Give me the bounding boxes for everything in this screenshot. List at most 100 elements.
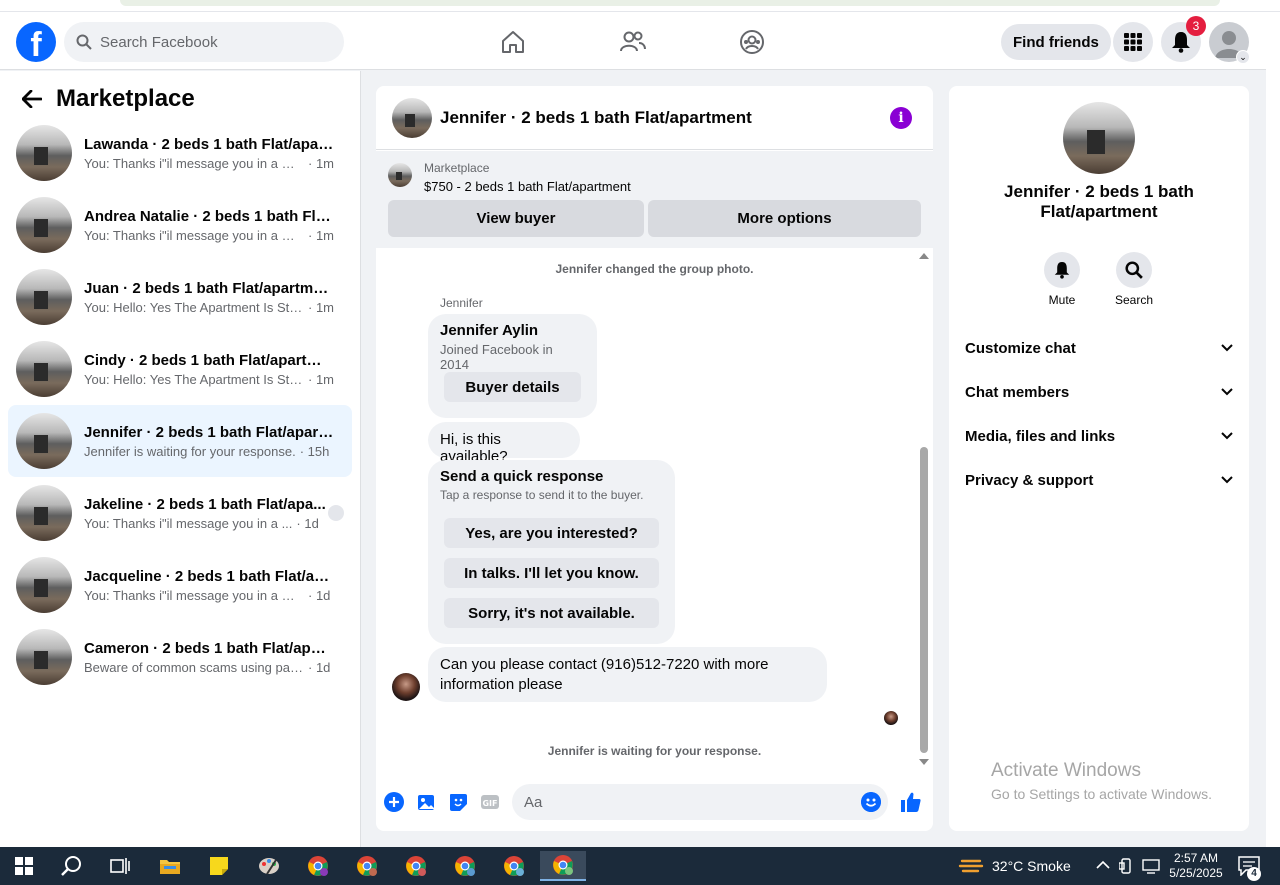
conversation-snippet: You: Thanks i"il message you in a ... xyxy=(84,515,293,531)
file-explorer-icon[interactable] xyxy=(150,851,190,881)
conversation-time: · 1m xyxy=(308,371,334,387)
listing-thumbnail xyxy=(16,341,72,397)
conversation-time: · 1m xyxy=(308,299,334,315)
show-hidden-icons-chevron-icon[interactable] xyxy=(1096,860,1110,870)
groups-icon[interactable] xyxy=(736,26,768,58)
chat-title[interactable]: Jennifer · 2 beds 1 bath Flat/apartment xyxy=(440,108,752,128)
facebook-logo-icon[interactable]: f xyxy=(16,22,56,62)
listing-thumbnail xyxy=(16,557,72,613)
conversation-item[interactable]: Cindy · 2 beds 1 bath Flat/apartment You:… xyxy=(8,333,352,405)
action-center-badge: 4 xyxy=(1247,867,1261,881)
listing-thumbnail-large[interactable] xyxy=(1063,102,1135,174)
scroll-down-icon[interactable] xyxy=(919,759,929,765)
conversation-title: Jakeline · 2 beds 1 bath Flat/apa... xyxy=(84,495,326,513)
conversation-title: Cindy · 2 beds 1 bath Flat/apartment xyxy=(84,351,334,369)
conversation-item[interactable]: Andrea Natalie · 2 beds 1 bath Flat... Yo… xyxy=(8,189,352,261)
home-icon[interactable] xyxy=(497,26,529,58)
quick-reply-not-available-button[interactable]: Sorry, it's not available. xyxy=(444,598,659,628)
chat-header: Jennifer · 2 beds 1 bath Flat/apartment xyxy=(376,86,933,150)
system-clock[interactable]: 2:57 AM 5/25/2025 xyxy=(1168,851,1224,881)
marketplace-listing-box: Marketplace $750 - 2 beds 1 bath Flat/ap… xyxy=(376,151,933,248)
conversation-item[interactable]: Jakeline · 2 beds 1 bath Flat/apa... You:… xyxy=(8,477,352,549)
find-friends-button[interactable]: Find friends xyxy=(1001,24,1111,60)
conversation-item[interactable]: Lawanda · 2 beds 1 bath Flat/apart... You… xyxy=(8,117,352,189)
chrome-icon[interactable] xyxy=(494,851,534,881)
conversation-item[interactable]: Juan · 2 beds 1 bath Flat/apartment You: … xyxy=(8,261,352,333)
conversation-item[interactable]: Cameron · 2 beds 1 bath Flat/apart... Bew… xyxy=(8,621,352,693)
sender-name: Jennifer xyxy=(440,296,483,310)
quick-reply-yes-button[interactable]: Yes, are you interested? xyxy=(444,518,659,548)
menu-grid-icon[interactable] xyxy=(1113,22,1153,62)
emoji-icon[interactable] xyxy=(861,792,881,812)
scroll-up-icon[interactable] xyxy=(919,253,929,259)
page-scrollbar[interactable] xyxy=(1266,12,1280,847)
chat-members-section[interactable]: Chat members xyxy=(957,372,1241,412)
weather-text[interactable]: 32°C Smoke xyxy=(992,858,1071,874)
conversation-time: · 1d xyxy=(308,659,331,675)
windows-taskbar: 32°C Smoke 2:57 AM 5/25/2025 4 xyxy=(0,847,1280,885)
sticky-notes-icon[interactable] xyxy=(199,851,239,881)
task-view-icon[interactable] xyxy=(100,851,140,881)
back-arrow-icon[interactable] xyxy=(16,83,48,115)
sender-avatar[interactable] xyxy=(392,673,420,701)
message-input[interactable] xyxy=(512,784,888,820)
paint-app-icon[interactable] xyxy=(249,851,289,881)
mute-button[interactable]: Mute xyxy=(1032,252,1092,307)
search-icon xyxy=(1116,252,1152,288)
quick-response-bubble: Send a quick response Tap a response to … xyxy=(428,460,675,644)
privacy-support-section[interactable]: Privacy & support xyxy=(957,460,1241,500)
buyer-details-button[interactable]: Buyer details xyxy=(444,372,581,402)
chrome-icon-active[interactable] xyxy=(540,851,586,881)
friends-icon[interactable] xyxy=(617,26,649,58)
left-sidebar: Marketplace Lawanda · 2 beds 1 bath Flat… xyxy=(0,71,361,847)
windows-start-icon[interactable] xyxy=(4,851,44,881)
search-chat-button[interactable]: Search xyxy=(1104,252,1164,307)
listing-price[interactable]: $750 - 2 beds 1 bath Flat/apartment xyxy=(424,179,631,194)
search-box[interactable] xyxy=(64,22,344,62)
thumbs-up-icon[interactable] xyxy=(899,790,923,814)
network-icon[interactable] xyxy=(1142,858,1160,874)
search-input[interactable] xyxy=(100,33,320,51)
more-options-button[interactable]: More options xyxy=(648,200,921,237)
chrome-icon[interactable] xyxy=(347,851,387,881)
browser-strip xyxy=(0,0,1280,12)
conversation-title: Cameron · 2 beds 1 bath Flat/apart... xyxy=(84,639,334,657)
chrome-icon[interactable] xyxy=(298,851,338,881)
info-icon[interactable]: i xyxy=(890,107,912,129)
chat-avatar[interactable] xyxy=(392,97,432,138)
message-bubble: Hi, is this available? xyxy=(428,422,580,465)
add-plus-icon[interactable] xyxy=(384,792,404,812)
conversation-snippet: You: Thanks i"il message you in a mo... xyxy=(84,227,304,243)
quick-reply-talks-button[interactable]: In talks. I'll let you know. xyxy=(444,558,659,588)
view-buyer-button[interactable]: View buyer xyxy=(388,200,644,237)
chrome-icon[interactable] xyxy=(445,851,485,881)
bell-icon xyxy=(1044,252,1080,288)
chat-scrollbar[interactable] xyxy=(917,249,929,769)
mute-label: Mute xyxy=(1048,293,1076,307)
device-icon[interactable] xyxy=(1119,858,1133,874)
taskbar-search-icon[interactable] xyxy=(52,851,92,881)
conversation-item-active[interactable]: Jennifer · 2 beds 1 bath Flat/apart... Je… xyxy=(8,405,352,477)
conversation-list: Lawanda · 2 beds 1 bath Flat/apart... You… xyxy=(8,117,352,693)
message-thread: Jennifer changed the group photo. Jennif… xyxy=(376,249,933,769)
chevron-down-icon xyxy=(1221,344,1233,352)
conversation-snippet: You: Thanks i"il message you in a mo... xyxy=(84,155,304,171)
chrome-icon[interactable] xyxy=(396,851,436,881)
account-chevron-icon[interactable]: ⌄ xyxy=(1236,50,1250,64)
system-message: Jennifer is waiting for your response. xyxy=(547,744,762,758)
chevron-down-icon xyxy=(1221,388,1233,396)
seen-avatar-icon xyxy=(328,505,344,521)
browser-bar xyxy=(120,0,1220,6)
gif-icon[interactable]: GIF xyxy=(480,792,500,812)
conversation-time: · 1m xyxy=(308,155,334,171)
chevron-down-icon xyxy=(1221,432,1233,440)
sticker-icon[interactable] xyxy=(448,792,468,812)
conversation-item[interactable]: Jacqueline · 2 beds 1 bath Flat/apa... Yo… xyxy=(8,549,352,621)
customize-chat-section[interactable]: Customize chat xyxy=(957,328,1241,368)
chat-panel: Jennifer · 2 beds 1 bath Flat/apartment … xyxy=(376,86,933,831)
conversation-title: Andrea Natalie · 2 beds 1 bath Flat... xyxy=(84,207,334,225)
scroll-thumb[interactable] xyxy=(920,447,928,753)
media-files-links-section[interactable]: Media, files and links xyxy=(957,416,1241,456)
search-icon xyxy=(76,34,92,50)
photo-icon[interactable] xyxy=(416,792,436,812)
